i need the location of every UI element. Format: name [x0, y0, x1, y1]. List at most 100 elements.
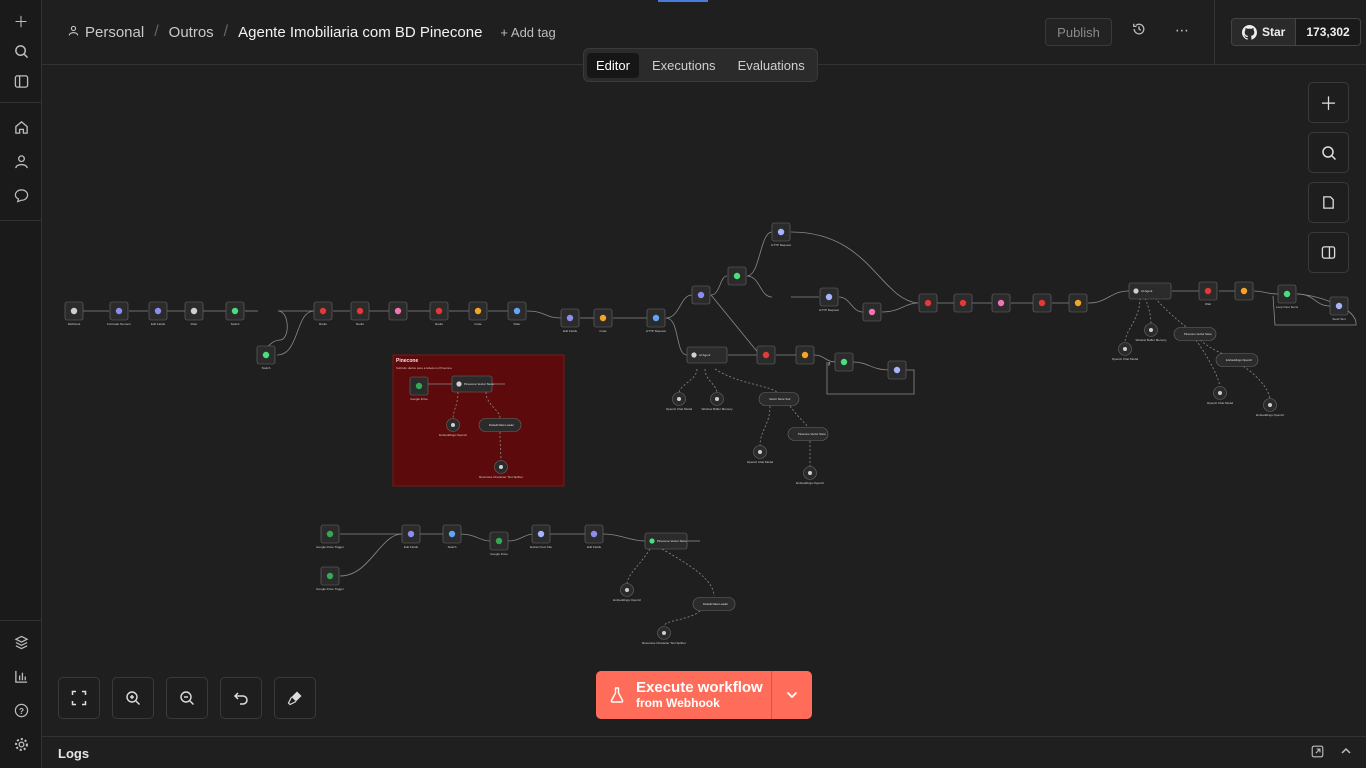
chevron-down-icon[interactable] — [772, 691, 812, 699]
node-n_code4[interactable] — [1068, 293, 1088, 313]
chevron-up-icon[interactable] — [1340, 745, 1352, 761]
node-openai2[interactable]: OpenAI Chat Model — [747, 445, 774, 465]
node-redis2b[interactable]: OpenAI Chat Model — [1207, 386, 1234, 406]
node-redis2[interactable]: Redis — [350, 301, 370, 326]
node-emb3b[interactable]: Embeddings OpenAI — [1256, 398, 1284, 418]
node-formatar[interactable]: Formatar Numero — [107, 301, 131, 326]
node-wait[interactable]: Wait — [1198, 281, 1218, 306]
zoom-in-button[interactable] — [112, 677, 154, 719]
node-n_wt2[interactable] — [862, 302, 882, 322]
node-loader[interactable]: Default Data Loader — [478, 418, 522, 432]
publish-button[interactable]: Publish — [1045, 18, 1112, 46]
tidy-up-button[interactable] — [274, 677, 316, 719]
node-openai3[interactable]: OpenAI Chat Model — [1112, 342, 1139, 362]
node-http1[interactable]: HTTP Request — [646, 308, 666, 333]
more-options-icon[interactable]: ⋯ — [1175, 22, 1189, 39]
node-redis1b[interactable]: Switch — [256, 345, 276, 370]
node-vstore[interactable]: Pinecone Vector Store — [787, 427, 829, 441]
node-trig2[interactable]: Google Drive Trigger — [316, 566, 344, 591]
node-agent2[interactable]: AI Agent — [1128, 282, 1172, 300]
history-icon[interactable] — [1132, 22, 1146, 39]
logs-panel[interactable]: Logs — [42, 736, 1366, 768]
node-t_pine[interactable]: Pinecone Vector Store — [644, 532, 688, 550]
tab-editor[interactable]: Editor — [587, 52, 639, 78]
chat-icon[interactable] — [10, 184, 32, 206]
node-send[interactable]: Send Text — [1329, 296, 1349, 321]
node-trig1[interactable]: Google Drive Trigger — [316, 524, 344, 549]
panel-toggle-icon[interactable] — [10, 70, 32, 92]
workflow-name[interactable]: Agente Imobiliaria com BD Pinecone — [238, 24, 482, 41]
node-embed[interactable]: Embeddings OpenAI — [796, 466, 824, 486]
node-openai[interactable]: OpenAI Chat Model — [666, 392, 693, 412]
node-n_red6[interactable] — [953, 293, 973, 313]
insights-icon[interactable] — [10, 665, 32, 687]
search-nodes-button[interactable] — [1308, 132, 1349, 173]
node-t_split[interactable]: Recursive Character Text Splitter — [642, 626, 686, 646]
node-t_switch[interactable]: Switch — [442, 524, 462, 549]
node-t_gdrive[interactable]: Google Drive — [489, 531, 509, 556]
node-switch[interactable]: Switch — [225, 301, 245, 326]
fit-view-button[interactable] — [58, 677, 100, 719]
zoom-out-button[interactable] — [166, 677, 208, 719]
node-n_if[interactable] — [727, 266, 747, 286]
node-memory[interactable]: Window Buffer Memory — [701, 392, 733, 412]
node-n_set3[interactable] — [691, 285, 711, 305]
node-filter2[interactable]: Filter — [507, 301, 527, 326]
node-n_loop2[interactable] — [834, 352, 854, 372]
node-t_set[interactable]: Edit Fields — [584, 524, 604, 549]
workflow-canvas[interactable]: Pinecone Subindo dados para a tabela no … — [42, 66, 1366, 736]
sticky-note-button[interactable] — [1308, 182, 1349, 223]
node-label: HTTP Request — [819, 308, 839, 312]
breadcrumb-folder[interactable]: Outros — [169, 24, 214, 41]
node-set2[interactable]: Edit Fields — [560, 308, 580, 333]
node-code1[interactable]: Code — [468, 301, 488, 326]
node-emb3[interactable]: Embeddings OpenAI — [1215, 353, 1259, 367]
node-agent1[interactable]: AI Agent — [686, 346, 728, 364]
popout-icon[interactable] — [1311, 745, 1324, 761]
search-icon[interactable] — [10, 40, 32, 62]
execute-workflow-button[interactable]: Execute workflow from Webhook — [596, 671, 812, 719]
node-label: Embeddings OpenAI — [796, 481, 824, 485]
node-t_loader[interactable]: Default Data Loader — [692, 597, 736, 611]
github-star-button[interactable]: Star 173,302 — [1231, 18, 1361, 46]
tab-executions[interactable]: Executions — [643, 53, 725, 78]
node-n_wt3[interactable] — [388, 301, 408, 321]
add-node-button[interactable]: ＋ — [1308, 82, 1349, 123]
node-tool_vs[interactable]: Vector Store Tool — [758, 392, 800, 406]
node-t_extract[interactable]: Extract from File — [530, 524, 552, 549]
node-n_code3[interactable] — [795, 345, 815, 365]
node-http3[interactable]: HTTP Request — [819, 287, 839, 312]
undo-button[interactable] — [220, 677, 262, 719]
breadcrumb-project[interactable]: Personal — [85, 24, 144, 41]
node-pinecone[interactable]: Pinecone Vector Store — [451, 375, 494, 393]
node-n_http4[interactable] — [887, 360, 907, 380]
node-redis1[interactable]: Redis — [313, 301, 333, 326]
node-t_emb[interactable]: Embeddings OpenAI — [613, 583, 641, 603]
node-gdrive[interactable]: Google Drive — [409, 376, 429, 401]
add-icon[interactable]: ＋ — [10, 10, 32, 32]
node-label: Pinecone Vector Store — [657, 539, 687, 543]
node-vs2[interactable]: Pinecone Vector Store — [1173, 327, 1217, 341]
node-json1[interactable]: Code — [593, 308, 613, 333]
node-loop[interactable]: Loop Over Items — [1276, 284, 1299, 309]
add-tag-button[interactable]: + Add tag — [500, 25, 555, 40]
node-redis3[interactable]: Redis — [429, 301, 449, 326]
node-memory2[interactable]: Window Buffer Memory — [1135, 323, 1167, 343]
user-icon[interactable] — [10, 150, 32, 172]
templates-icon[interactable] — [10, 631, 32, 653]
help-icon[interactable]: ? — [10, 699, 32, 721]
tab-evaluations[interactable]: Evaluations — [729, 53, 814, 78]
node-t_edit[interactable]: Edit Fields — [401, 524, 421, 549]
node-n_code5[interactable] — [1234, 281, 1254, 301]
home-icon[interactable] — [10, 116, 32, 138]
node-webhook[interactable]: Webhook — [64, 301, 84, 326]
node-filter1[interactable]: Filter — [184, 301, 204, 326]
settings-icon[interactable] — [10, 733, 32, 755]
node-n_red7[interactable] — [1032, 293, 1052, 313]
node-http2[interactable]: HTTP Request — [771, 222, 791, 247]
node-setfields[interactable]: Edit Fields — [148, 301, 168, 326]
node-n_wt[interactable] — [991, 293, 1011, 313]
node-n_red4[interactable] — [756, 345, 776, 365]
node-n_red5[interactable] — [918, 293, 938, 313]
toggle-panel-button[interactable] — [1308, 232, 1349, 273]
